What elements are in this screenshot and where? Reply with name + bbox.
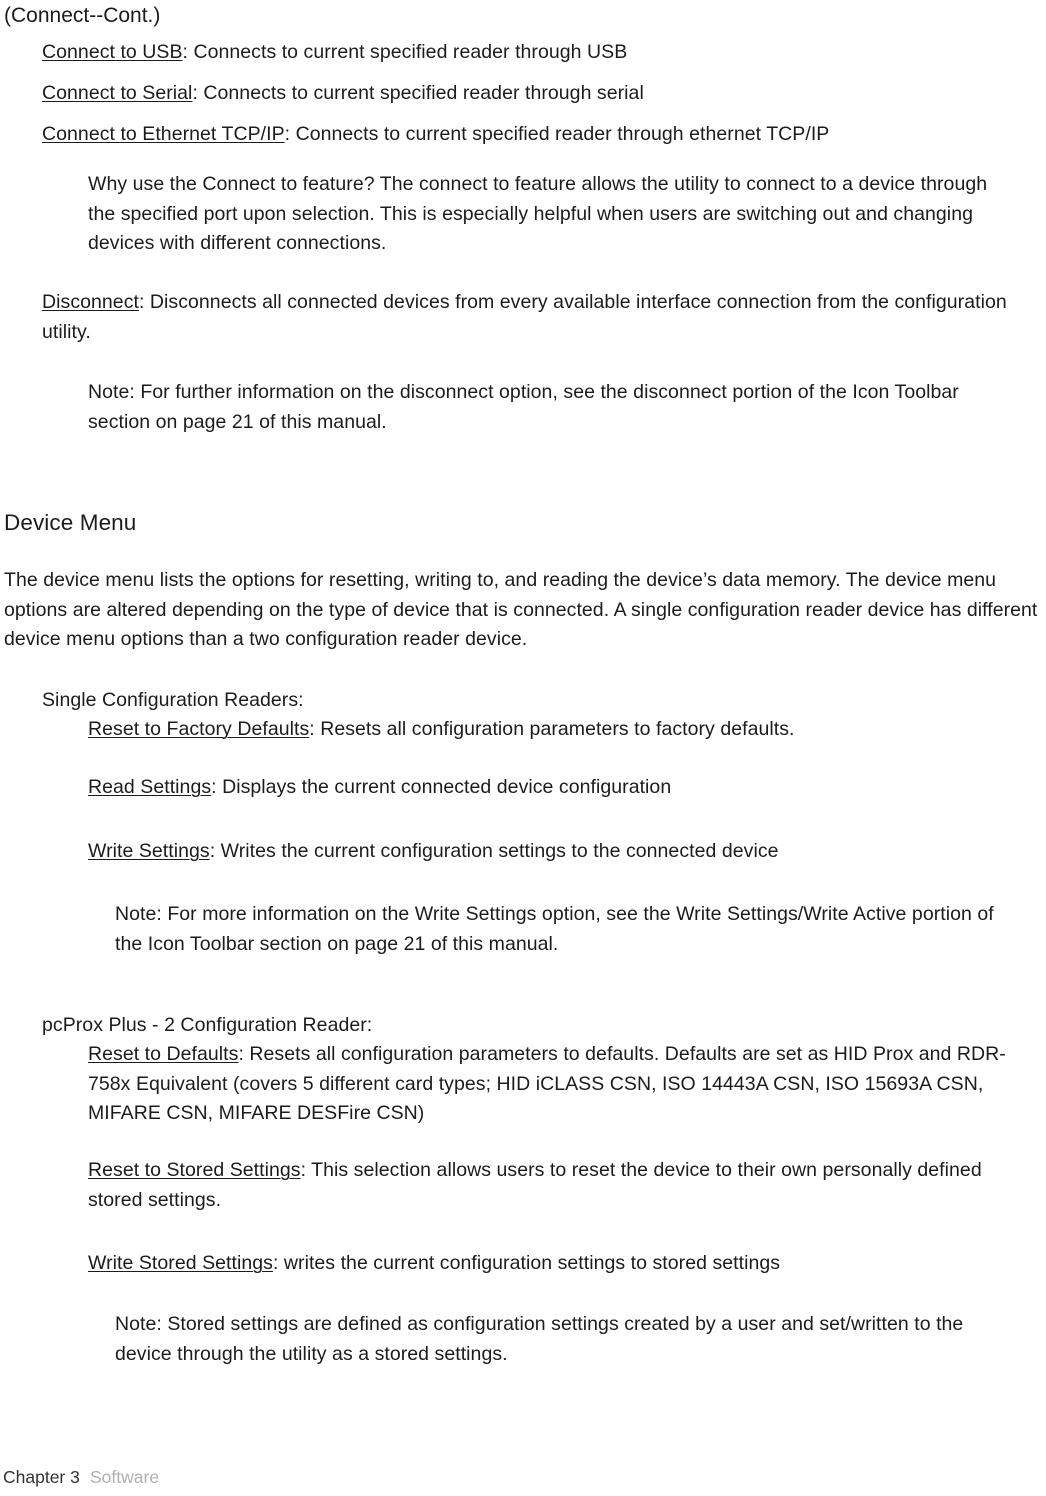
footer-section-label: Software xyxy=(90,1467,160,1487)
device-menu-intro: The device menu lists the options for re… xyxy=(4,569,1038,651)
section-continued-title: (Connect--Cont.) xyxy=(4,4,161,27)
connect-item-serial: Connect to Serial: Connects to current s… xyxy=(42,79,1032,109)
connect-item-serial-term: Connect to Serial xyxy=(42,82,193,104)
single-config-heading: Single Configuration Readers: xyxy=(42,689,304,711)
page-footer: Chapter 3 Software xyxy=(0,1467,1046,1496)
connect-item-serial-desc: : Connects to current specified reader t… xyxy=(192,82,644,104)
disconnect-desc: : Disconnects all connected devices from… xyxy=(42,291,1007,343)
single-config-item-reset-factory: Reset to Factory Defaults: Resets all co… xyxy=(88,715,1018,745)
disconnect-item: Disconnect: Disconnects all connected de… xyxy=(42,288,1032,347)
connect-item-usb-desc: : Connects to current specified reader t… xyxy=(182,41,628,63)
single-config-item-write-settings: Write Settings: Writes the current confi… xyxy=(88,837,1018,867)
connect-item-usb: Connect to USB: Connects to current spec… xyxy=(42,38,1032,68)
connect-item-ethernet-term: Connect to Ethernet TCP/IP xyxy=(42,123,285,145)
device-menu-heading: Device Menu xyxy=(4,510,137,535)
reset-to-stored-settings-term: Reset to Stored Settings xyxy=(88,1159,301,1181)
stored-settings-note: Note: Stored settings are defined as con… xyxy=(115,1313,964,1365)
footer-chapter-label: Chapter 3 xyxy=(3,1467,80,1487)
write-settings-note: Note: For more information on the Write … xyxy=(115,903,994,955)
connect-item-ethernet: Connect to Ethernet TCP/IP: Connects to … xyxy=(42,120,1032,150)
reset-to-defaults-term: Reset to Defaults xyxy=(88,1043,239,1065)
document-page: (Connect--Cont.) Connect to USB: Connect… xyxy=(0,0,1046,1496)
read-settings-term: Read Settings xyxy=(88,776,212,798)
write-settings-term: Write Settings xyxy=(88,840,210,862)
two-config-item-write-stored: Write Stored Settings: writes the curren… xyxy=(88,1249,1018,1279)
two-config-item-reset-stored: Reset to Stored Settings: This selection… xyxy=(88,1156,1018,1215)
why-connect-note: Why use the Connect to feature? The conn… xyxy=(88,173,988,255)
write-stored-settings-term: Write Stored Settings xyxy=(88,1252,273,1274)
disconnect-term: Disconnect xyxy=(42,291,139,313)
single-config-item-read-settings: Read Settings: Displays the current conn… xyxy=(88,773,1018,803)
write-stored-settings-desc: : writes the current configuration setti… xyxy=(272,1252,781,1274)
connect-item-usb-term: Connect to USB xyxy=(42,41,183,63)
two-config-item-reset-defaults: Reset to Defaults: Resets all configurat… xyxy=(88,1040,1018,1129)
read-settings-desc: : Displays the current connected device … xyxy=(211,776,672,798)
connect-item-ethernet-desc: : Connects to current specified reader t… xyxy=(284,123,830,145)
two-config-heading: pcProx Plus - 2 Configuration Reader: xyxy=(42,1014,373,1036)
reset-factory-defaults-term: Reset to Factory Defaults xyxy=(88,718,310,740)
write-settings-desc: : Writes the current configuration setti… xyxy=(209,840,779,862)
disconnect-note: Note: For further information on the dis… xyxy=(88,381,959,433)
reset-factory-defaults-desc: : Resets all configuration parameters to… xyxy=(309,718,795,740)
